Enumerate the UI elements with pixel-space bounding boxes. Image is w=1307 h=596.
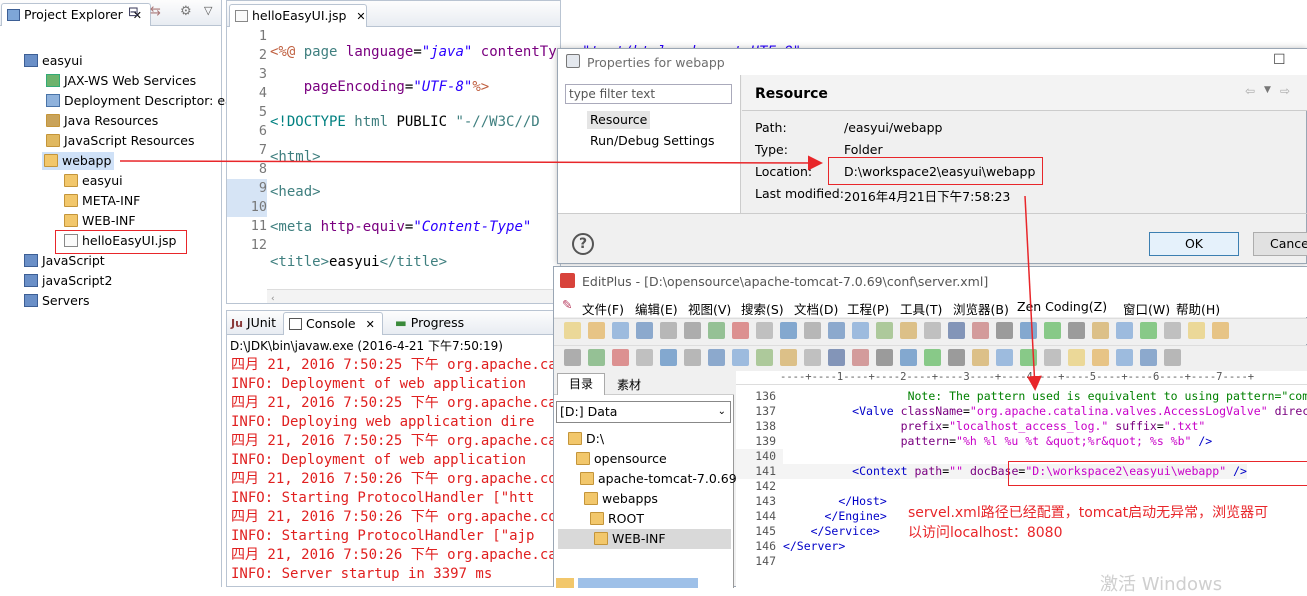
annotation-arrows [119, 155, 1042, 391]
arrow-to-server-xml [1024, 195, 1042, 391]
arrow-to-location [119, 155, 823, 171]
